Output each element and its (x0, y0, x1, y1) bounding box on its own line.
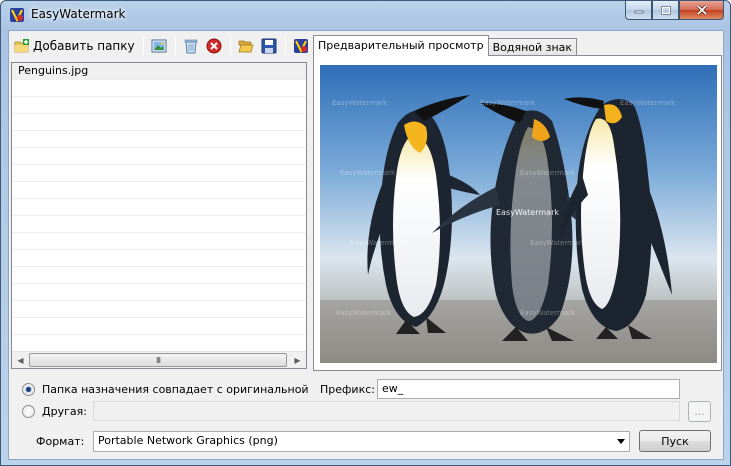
dropdown-arrow-icon[interactable] (612, 432, 629, 451)
watermark-text: EasyWatermark (332, 99, 388, 107)
same-folder-label: Папка назначения совпадает с оригинально… (42, 383, 309, 396)
title-bar[interactable]: EasyWatermark (1, 1, 730, 29)
scroll-thumb-grip: III (155, 355, 161, 365)
file-list-item[interactable]: Penguins.jpg (12, 63, 306, 80)
file-list-empty-row (12, 114, 306, 131)
file-list-empty-row (12, 199, 306, 216)
file-list-empty-row (12, 148, 306, 165)
watermark-text: EasyWatermark (520, 169, 576, 177)
radio-selected-dot (26, 387, 31, 392)
remove-button[interactable] (203, 35, 225, 57)
recycle-bin-icon (184, 39, 197, 54)
prefix-label: Префикс: (320, 383, 375, 396)
maximize-icon (660, 5, 671, 15)
preview-tab-panel: EasyWatermark EasyWatermark EasyWatermar… (313, 55, 722, 371)
image-icon (151, 39, 167, 53)
file-list-empty-row (12, 233, 306, 250)
file-list-rows: Penguins.jpg (12, 63, 306, 352)
file-list[interactable]: Penguins.jpg ◀ III ▶ (11, 62, 307, 369)
watermark-text: EasyWatermark (350, 239, 406, 247)
close-icon (696, 5, 707, 15)
minimize-icon (634, 10, 643, 14)
remove-icon (206, 38, 222, 54)
scroll-left-icon[interactable]: ◀ (15, 355, 26, 366)
scroll-thumb[interactable]: III (29, 353, 287, 367)
format-label: Формат: (36, 435, 85, 448)
watermark-text: EasyWatermark (520, 309, 576, 317)
tab-strip: Предварительный просмотр Водяной знак (313, 34, 578, 56)
browse-button[interactable]: ... (688, 401, 711, 422)
close-button[interactable] (679, 1, 724, 20)
file-list-empty-row (12, 80, 306, 97)
watermark-settings-icon (293, 39, 308, 54)
horizontal-scrollbar[interactable]: ◀ III ▶ (12, 351, 306, 368)
watermark-main-text: EasyWatermark (496, 208, 559, 217)
caption-buttons (625, 1, 724, 21)
tab-watermark[interactable]: Водяной знак (487, 38, 578, 56)
window-title: EasyWatermark (31, 7, 126, 21)
file-list-empty-row (12, 301, 306, 318)
add-image-button[interactable] (148, 35, 170, 57)
watermark-text: EasyWatermark (336, 309, 392, 317)
format-selected-value: Portable Network Graphics (png) (98, 434, 278, 447)
file-list-empty-row (12, 182, 306, 199)
file-list-empty-row (12, 216, 306, 233)
same-folder-radio[interactable] (22, 383, 35, 396)
file-list-empty-row (12, 267, 306, 284)
format-select[interactable]: Portable Network Graphics (png) (93, 431, 630, 452)
watermark-text: EasyWatermark (480, 99, 536, 107)
toolbar-separator (229, 37, 231, 55)
file-list-empty-row (12, 335, 306, 352)
preview-image: EasyWatermark EasyWatermark EasyWatermar… (320, 65, 717, 363)
save-icon (261, 38, 277, 54)
start-button[interactable]: Пуск (639, 430, 711, 452)
toolbar-separator (142, 37, 144, 55)
folder-add-icon (14, 39, 29, 53)
add-folder-button[interactable]: Добавить папку (11, 35, 138, 57)
settings-button[interactable] (290, 35, 312, 57)
file-list-empty-row (12, 250, 306, 267)
toolbar: Добавить папку (11, 34, 313, 58)
file-list-empty-row (12, 165, 306, 182)
file-list-empty-row (12, 131, 306, 148)
watermark-text: EasyWatermark (620, 99, 676, 107)
toolbar-separator (174, 37, 176, 55)
scroll-right-icon[interactable]: ▶ (292, 355, 303, 366)
same-folder-option[interactable]: Папка назначения совпадает с оригинально… (22, 383, 309, 396)
file-list-empty-row (12, 284, 306, 301)
tab-preview[interactable]: Предварительный просмотр (313, 35, 489, 56)
file-list-empty-row (12, 318, 306, 335)
add-folder-label: Добавить папку (33, 39, 135, 53)
maximize-button[interactable] (652, 1, 679, 20)
other-folder-radio[interactable] (22, 405, 35, 418)
other-folder-label: Другая: (42, 405, 87, 418)
main-client-area: Добавить папку Penguins.jpg ◀ III ▶ Пред… (8, 30, 724, 460)
delete-button[interactable] (180, 35, 202, 57)
open-button[interactable] (235, 35, 257, 57)
save-button[interactable] (258, 35, 280, 57)
folder-open-icon (238, 40, 254, 53)
file-list-empty-row (12, 97, 306, 114)
toolbar-separator (284, 37, 286, 55)
watermark-text: EasyWatermark (530, 239, 586, 247)
prefix-input[interactable]: ew_ (377, 379, 680, 399)
minimize-button[interactable] (625, 1, 652, 20)
app-window: EasyWatermark Добавить папку Penguins.jp… (0, 0, 731, 466)
easywatermark-app-icon (10, 8, 24, 23)
other-folder-path-input[interactable] (93, 401, 680, 421)
other-folder-option[interactable]: Другая: (22, 405, 87, 418)
watermark-text: EasyWatermark (340, 169, 396, 177)
